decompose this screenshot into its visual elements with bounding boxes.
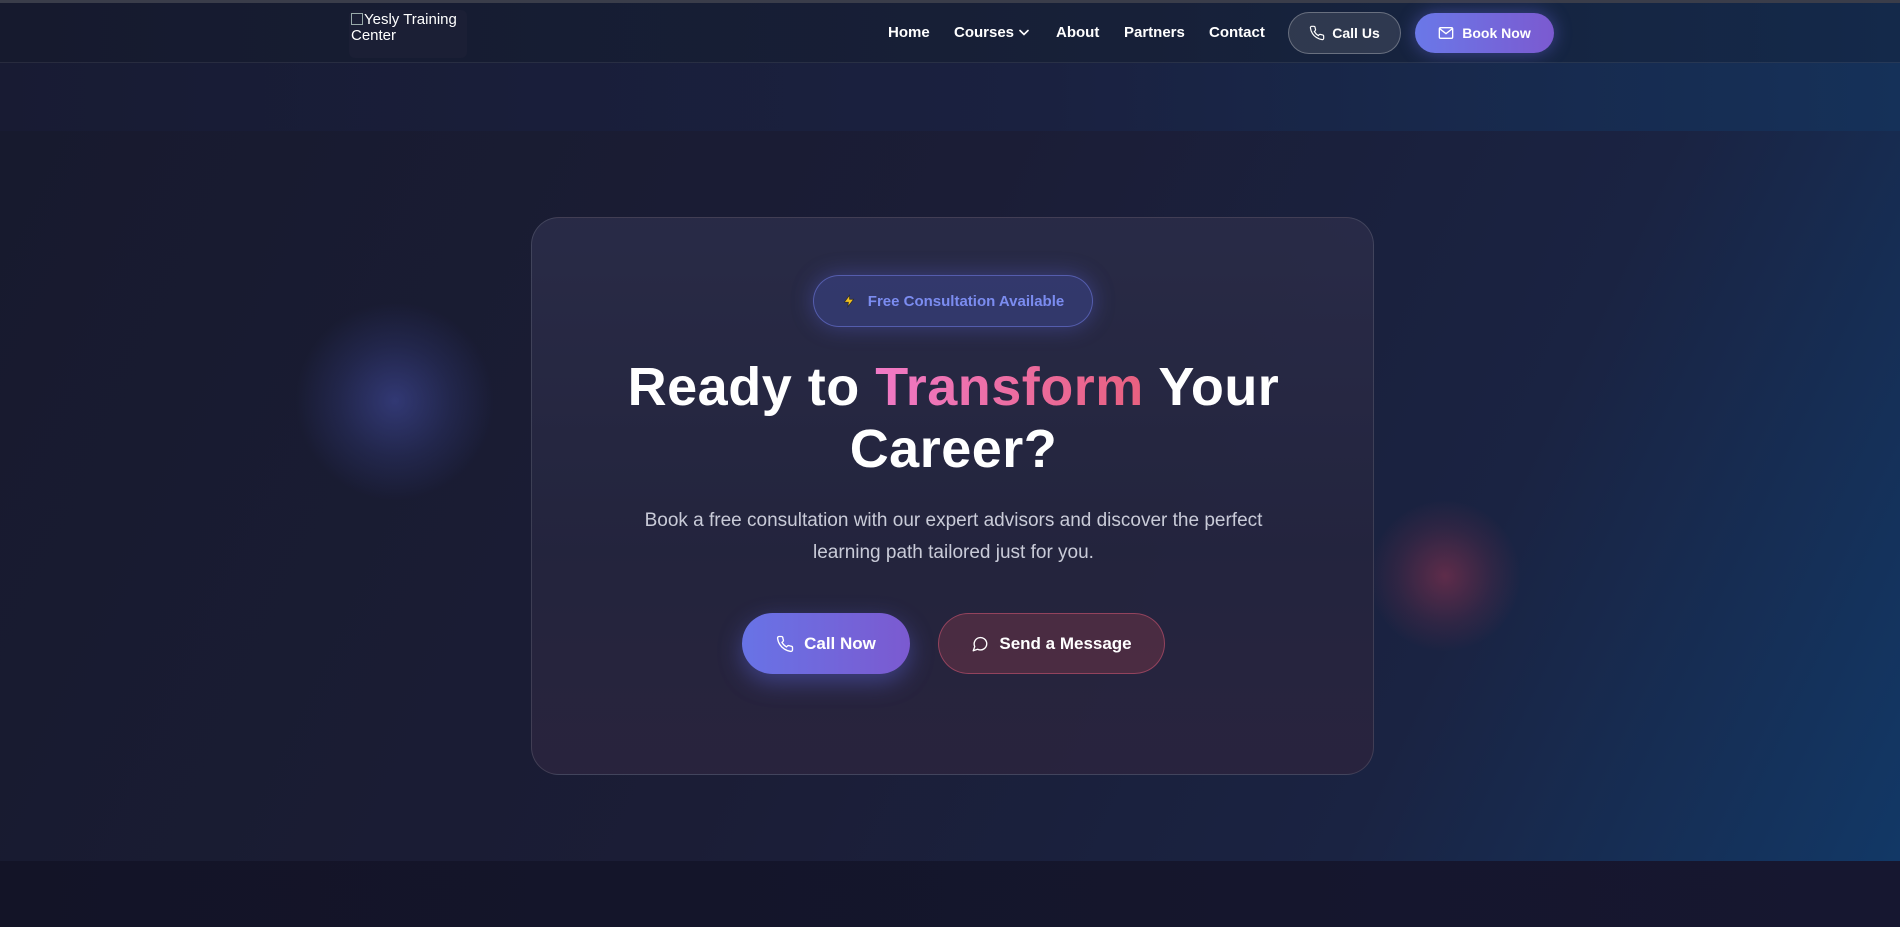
headline-part-2: Your xyxy=(1143,357,1280,417)
cta-subtext: Book a free consultation with our expert… xyxy=(644,510,1263,563)
cta-section: Free Consultation Available Ready to Tra… xyxy=(0,131,1900,861)
header-spacer xyxy=(0,63,1900,131)
nav-link-home[interactable]: Home xyxy=(888,24,930,41)
nav-link-courses-label: Courses xyxy=(954,24,1015,41)
nav-link-courses[interactable]: Courses xyxy=(954,24,1029,41)
logo-alt-text: Yesly Training Center xyxy=(351,11,457,44)
nav-link-partners[interactable]: Partners xyxy=(1124,24,1185,41)
call-now-label: Call Now xyxy=(804,633,876,653)
call-us-label: Call Us xyxy=(1332,25,1380,41)
site-logo[interactable]: Yesly Training Center xyxy=(349,10,467,58)
cta-headline: Ready to Transform Your Career? xyxy=(532,356,1375,480)
broken-image-icon xyxy=(351,13,363,25)
headline-part-1: Ready to xyxy=(627,357,876,417)
nav-link-about[interactable]: About xyxy=(1056,24,1099,41)
book-now-button[interactable]: Book Now xyxy=(1415,13,1554,53)
nav-link-contact[interactable]: Contact xyxy=(1209,24,1265,41)
headline-accent: Transform xyxy=(875,357,1144,417)
message-bubble-icon xyxy=(971,635,989,653)
headline-line-2: Career? xyxy=(849,419,1058,479)
phone-icon xyxy=(776,635,794,653)
book-now-label: Book Now xyxy=(1462,25,1531,41)
consultation-badge: Free Consultation Available xyxy=(813,275,1093,327)
chevron-down-icon xyxy=(1019,29,1029,36)
lightning-icon xyxy=(842,294,856,308)
call-us-button[interactable]: Call Us xyxy=(1288,12,1401,54)
decorative-glow-blue xyxy=(295,301,495,501)
send-message-button[interactable]: Send a Message xyxy=(938,613,1165,674)
send-message-label: Send a Message xyxy=(999,633,1132,653)
consultation-badge-label: Free Consultation Available xyxy=(867,292,1065,310)
decorative-glow-red xyxy=(1370,501,1520,651)
mail-icon xyxy=(1438,26,1454,40)
phone-icon xyxy=(1309,25,1325,41)
next-section-edge xyxy=(0,861,1900,927)
site-header: Yesly Training Center Home Courses About… xyxy=(0,3,1900,63)
cta-card: Free Consultation Available Ready to Tra… xyxy=(531,217,1374,775)
call-now-button[interactable]: Call Now xyxy=(742,613,910,674)
